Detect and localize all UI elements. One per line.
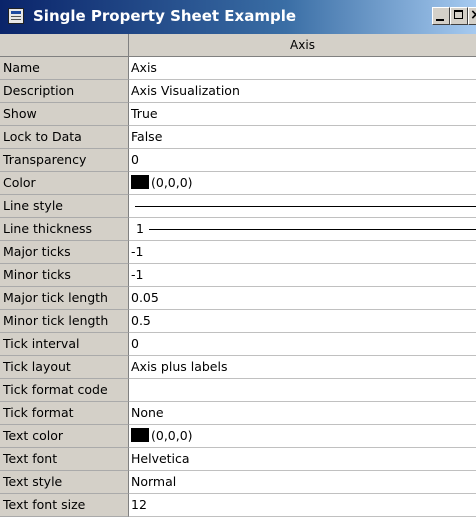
row-name: Name Axis: [0, 57, 476, 80]
row-label: Text style: [0, 471, 129, 494]
row-label: Lock to Data: [0, 126, 129, 149]
value-text-style[interactable]: Normal: [129, 471, 476, 494]
app-icon[interactable]: [8, 8, 24, 24]
value-text-font-size[interactable]: 12: [129, 494, 476, 517]
row-label: Description: [0, 80, 129, 103]
value-minor-ticks[interactable]: -1: [129, 264, 476, 287]
row-tick-format-code: Tick format code: [0, 379, 476, 402]
value-show[interactable]: True: [129, 103, 476, 126]
row-text-color: Text color (0,0,0): [0, 425, 476, 448]
value-text-color[interactable]: (0,0,0): [129, 425, 476, 448]
value-lock-to-data[interactable]: False: [129, 126, 476, 149]
minimize-button[interactable]: [432, 7, 450, 25]
line-thickness-text: 1: [136, 221, 144, 236]
value-tick-layout[interactable]: Axis plus labels: [129, 356, 476, 379]
line-style-preview: [135, 206, 476, 207]
row-label: Text font: [0, 448, 129, 471]
grid-corner: [0, 34, 129, 57]
row-label: Text font size: [0, 494, 129, 517]
value-major-ticks[interactable]: -1: [129, 241, 476, 264]
row-label: Tick format code: [0, 379, 129, 402]
maximize-button[interactable]: [450, 7, 468, 25]
text-color-swatch: [131, 428, 149, 442]
value-major-tick-length[interactable]: 0.05: [129, 287, 476, 310]
row-text-font-size: Text font size 12: [0, 494, 476, 517]
row-label: Color: [0, 172, 129, 195]
row-color: Color (0,0,0): [0, 172, 476, 195]
property-sheet-window: Single Property Sheet Example × Axis Nam…: [0, 0, 476, 519]
row-transparency: Transparency 0: [0, 149, 476, 172]
row-label: Tick layout: [0, 356, 129, 379]
value-description[interactable]: Axis Visualization: [129, 80, 476, 103]
row-text-style: Text style Normal: [0, 471, 476, 494]
row-tick-layout: Tick layout Axis plus labels: [0, 356, 476, 379]
value-minor-tick-length[interactable]: 0.5: [129, 310, 476, 333]
row-label: Line style: [0, 195, 129, 218]
row-text-font: Text font Helvetica: [0, 448, 476, 471]
value-text-font[interactable]: Helvetica: [129, 448, 476, 471]
row-minor-tick-length: Minor tick length 0.5: [0, 310, 476, 333]
row-major-ticks: Major ticks -1: [0, 241, 476, 264]
column-header-axis[interactable]: Axis: [129, 34, 476, 57]
color-value-text: (0,0,0): [151, 175, 193, 190]
row-line-style: Line style: [0, 195, 476, 218]
value-tick-format-code[interactable]: [129, 379, 476, 402]
row-description: Description Axis Visualization: [0, 80, 476, 103]
row-label: Major ticks: [0, 241, 129, 264]
text-color-value-text: (0,0,0): [151, 428, 193, 443]
row-minor-ticks: Minor ticks -1: [0, 264, 476, 287]
row-label: Minor tick length: [0, 310, 129, 333]
window-title: Single Property Sheet Example: [33, 7, 297, 25]
line-thickness-preview: [149, 229, 476, 230]
value-transparency[interactable]: 0: [129, 149, 476, 172]
row-show: Show True: [0, 103, 476, 126]
value-line-style[interactable]: [129, 195, 476, 218]
row-label: Tick interval: [0, 333, 129, 356]
color-swatch: [131, 175, 149, 189]
row-tick-interval: Tick interval 0: [0, 333, 476, 356]
value-tick-format[interactable]: None: [129, 402, 476, 425]
row-line-thickness: Line thickness 1: [0, 218, 476, 241]
row-label: Name: [0, 57, 129, 80]
value-name[interactable]: Axis: [129, 57, 476, 80]
row-label: Line thickness: [0, 218, 129, 241]
row-tick-format: Tick format None: [0, 402, 476, 425]
row-label: Text color: [0, 425, 129, 448]
row-lock-to-data: Lock to Data False: [0, 126, 476, 149]
value-line-thickness[interactable]: 1: [129, 218, 476, 241]
value-color[interactable]: (0,0,0): [129, 172, 476, 195]
row-major-tick-length: Major tick length 0.05: [0, 287, 476, 310]
title-bar[interactable]: Single Property Sheet Example ×: [0, 0, 476, 34]
grid-header: Axis: [0, 34, 476, 57]
row-label: Tick format: [0, 402, 129, 425]
row-label: Transparency: [0, 149, 129, 172]
row-label: Major tick length: [0, 287, 129, 310]
close-button[interactable]: ×: [468, 7, 476, 25]
minimize-icon: [436, 19, 444, 21]
property-grid: Axis Name Axis Description Axis Visualiz…: [0, 34, 476, 517]
value-tick-interval[interactable]: 0: [129, 333, 476, 356]
close-icon: ×: [470, 7, 476, 23]
maximize-icon: [454, 10, 463, 19]
row-label: Minor ticks: [0, 264, 129, 287]
row-label: Show: [0, 103, 129, 126]
